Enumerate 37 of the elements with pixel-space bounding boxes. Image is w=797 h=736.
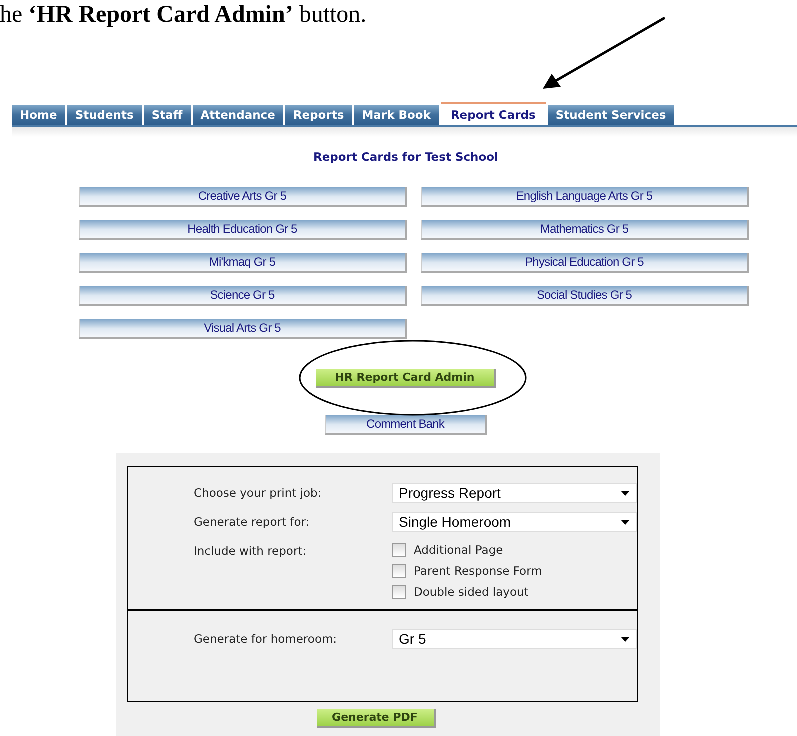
field-label: Choose your print job: xyxy=(194,485,323,502)
report-for-dropdown[interactable]: Single Homeroom xyxy=(392,512,637,532)
page-title: Report Cards for Test School xyxy=(312,150,500,164)
checkbox[interactable] xyxy=(392,564,406,578)
checkbox-label: Parent Response Form xyxy=(414,564,542,578)
dropdown-arrow-icon xyxy=(621,520,630,524)
nav-tab[interactable]: Reports xyxy=(285,105,352,125)
checkbox[interactable] xyxy=(392,585,406,599)
nav-tab[interactable]: Home xyxy=(12,105,66,125)
homeroom-dropdown[interactable]: Gr 5 xyxy=(392,629,637,649)
instruction-text: he ‘HR Report Card Admin’ button. xyxy=(0,1,368,30)
nav-tab[interactable]: Mark Book xyxy=(354,105,439,125)
course-button[interactable]: Social Studies Gr 5 xyxy=(421,286,749,306)
checkbox-label: Double sided layout xyxy=(414,585,529,599)
course-button[interactable]: Science Gr 5 xyxy=(79,286,407,306)
course-button[interactable]: English Language Arts Gr 5 xyxy=(421,187,749,207)
checkbox-label: Additional Page xyxy=(414,543,504,557)
course-button[interactable]: Visual Arts Gr 5 xyxy=(79,319,407,339)
checkbox[interactable] xyxy=(392,543,406,557)
generate-pdf-button[interactable]: Generate PDF xyxy=(316,709,436,728)
comment-bank-button[interactable]: Comment Bank xyxy=(325,415,487,435)
print-job-dropdown[interactable]: Progress Report xyxy=(392,483,637,503)
field-label: Generate for homeroom: xyxy=(194,631,338,648)
field-label: Generate report for: xyxy=(194,514,311,531)
course-button[interactable]: Mathematics Gr 5 xyxy=(421,220,749,240)
nav-tab[interactable]: Student Services xyxy=(548,105,674,125)
nav-tab[interactable]: Students xyxy=(67,105,142,125)
course-button[interactable]: Health Education Gr 5 xyxy=(79,220,407,240)
admin-button[interactable]: HR Report Card Admin xyxy=(316,369,496,388)
course-button[interactable]: Physical Education Gr 5 xyxy=(421,253,749,273)
course-button[interactable]: Mi'kmaq Gr 5 xyxy=(79,253,407,273)
course-button[interactable]: Creative Arts Gr 5 xyxy=(79,187,407,207)
nav-tab[interactable]: Staff xyxy=(144,105,191,125)
field-label: Include with report: xyxy=(194,543,308,560)
dropdown-arrow-icon xyxy=(621,636,630,642)
nav-tab[interactable]: Attendance xyxy=(192,105,284,125)
dropdown-arrow-icon xyxy=(621,490,630,496)
